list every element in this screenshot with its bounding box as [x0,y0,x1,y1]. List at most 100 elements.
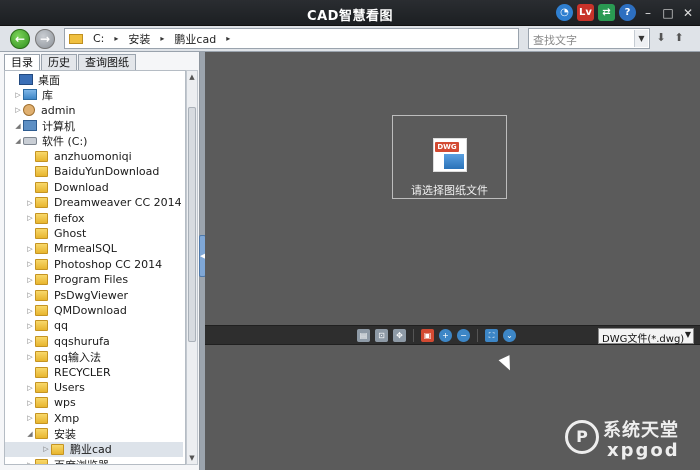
library-icon [23,89,37,101]
tree-item[interactable]: ◢ 计算机 [13,118,75,133]
search-input[interactable]: 查找文字 ▼ [528,28,650,49]
collapse-arrow-icon[interactable]: ◢ [13,137,23,145]
breadcrumb-separator[interactable]: ▸ [108,34,124,43]
breadcrumb-separator[interactable]: ▸ [154,34,170,43]
scroll-up-icon[interactable]: ▲ [187,71,197,83]
zoom-in-icon[interactable]: + [439,329,452,342]
tree-item-label: qq输入法 [54,350,101,364]
folder-icon [35,228,48,239]
expand-arrow-icon[interactable]: ▷ [25,260,35,268]
search-dropdown-icon[interactable]: ▼ [634,30,648,47]
tab-history[interactable]: 历史 [41,54,77,70]
tree-item[interactable]: ▷ Program Files [25,272,128,287]
tree-item[interactable]: ▷ 库 [13,87,53,102]
folder-icon [35,243,48,255]
layers-icon[interactable]: ▤ [357,329,370,342]
folder-icon [35,320,48,332]
tree-item-label: anzhuomoniqi [54,150,132,163]
expand-arrow-icon[interactable]: ▷ [25,337,35,345]
tree-item[interactable]: ▷ Users [25,380,85,395]
tree-item-label: Xmp [54,411,80,425]
close-button[interactable]: ✕ [680,5,696,21]
gauge-icon[interactable]: ◔ [556,4,573,21]
pan-icon[interactable]: ✥ [393,329,406,342]
tree-item[interactable]: ▷ MrmealSQL [25,241,117,256]
tree-item[interactable]: ▷ PsDwgViewer [25,288,128,303]
breadcrumb-separator[interactable]: ▸ [220,34,236,43]
collapse-arrow-icon[interactable]: ◢ [13,122,23,130]
tree-item[interactable]: ▷ Dreamweaver CC 2014 [25,195,181,210]
tree-item[interactable]: RECYCLER [25,365,111,380]
folder-icon [35,289,48,301]
computer-icon [23,120,37,132]
tree-item[interactable]: BaiduYunDownload [25,164,159,179]
tree-item[interactable]: ◢ 软件 (C:) [13,134,87,149]
breadcrumb-segment-pengyecad[interactable]: 鹏业cad [170,31,220,47]
expand-arrow-icon[interactable]: ▷ [25,353,35,361]
expand-arrow-icon[interactable]: ▷ [25,322,35,330]
tree-item[interactable]: ▷ qq输入法 [25,349,101,364]
expand-arrow-icon[interactable]: ▷ [25,291,35,299]
zoom-window-icon[interactable]: ⊡ [375,329,388,342]
tree-item[interactable]: Download [25,180,109,195]
tree-item[interactable]: ▷ Photoshop CC 2014 [25,257,162,272]
tree-item-label: QMDownload [54,304,127,317]
back-button[interactable]: ← [10,29,30,49]
scrollbar-thumb[interactable] [188,107,196,342]
file-type-select[interactable]: DWG文件(*.dwg) ▼ [598,328,694,345]
pdf-icon[interactable]: Lv [577,4,594,21]
expand-arrow-icon[interactable]: ▷ [25,461,35,465]
tab-directory[interactable]: 目录 [4,54,40,70]
minimize-button[interactable]: – [640,5,656,21]
expand-arrow-icon[interactable]: ▷ [25,399,35,407]
open-file-prompt[interactable]: DWG 请选择图纸文件 [392,115,507,199]
forward-button[interactable]: → [35,29,55,49]
expand-arrow-icon[interactable]: ▷ [25,245,35,253]
breadcrumb-segment-install[interactable]: 安装 [124,31,154,47]
share-icon[interactable]: ⇄ [598,4,615,21]
arrow-up-icon[interactable]: ⬆ [672,31,686,45]
tree-item[interactable]: ▷ 鹏业cad [5,441,183,457]
scroll-down-icon[interactable]: ▼ [187,452,197,464]
collapse-arrow-icon[interactable]: ◢ [25,430,35,438]
expand-arrow-icon[interactable]: ▷ [25,214,35,222]
tree-item[interactable]: ▷ wps [25,395,75,410]
folder-icon [35,166,48,178]
tree-item-label: 桌面 [38,73,60,87]
expand-arrow-icon[interactable]: ▷ [25,384,35,392]
breadcrumb-segment-drive[interactable]: C: [89,32,108,45]
tree-item[interactable]: Ghost [25,226,86,241]
zoom-out-icon[interactable]: − [457,329,470,342]
tree-item[interactable]: ▷ 百度浏览器 [25,457,109,465]
fullscreen-icon[interactable]: ⛶ [485,329,498,342]
watermark-en: xpgod [607,440,680,461]
tree-item[interactable]: ▷ qq [25,318,68,333]
expand-arrow-icon[interactable]: ▷ [41,445,51,453]
tree-item[interactable]: 桌面 [9,72,60,87]
tree-item-label: qq [54,319,68,333]
expand-arrow-icon[interactable]: ▷ [25,199,35,207]
help-icon[interactable]: ? [619,4,636,21]
more-icon[interactable]: ⌄ [503,329,516,342]
tree-scrollbar[interactable]: ▲ ▼ [186,70,198,465]
tree-item[interactable]: ▷ Xmp [25,411,79,426]
tree-item-label: Users [54,381,85,394]
file-type-value: DWG文件(*.dwg) [602,334,685,345]
tree-item[interactable]: ▷ qqshurufa [25,334,109,349]
expand-arrow-icon[interactable]: ▷ [25,276,35,284]
tab-search-drawings[interactable]: 查询图纸 [78,54,136,70]
fit-icon[interactable]: ▣ [421,329,434,342]
tree-item[interactable]: ▷ fiefox [25,211,84,226]
maximize-button[interactable]: □ [660,5,676,21]
expand-arrow-icon[interactable]: ▷ [13,106,23,114]
expand-arrow-icon[interactable]: ▷ [25,414,35,422]
folder-icon [35,397,48,409]
tree-item[interactable]: ▷ admin [13,103,75,118]
breadcrumb[interactable]: C: ▸ 安装 ▸ 鹏业cad ▸ [64,28,519,49]
arrow-down-icon[interactable]: ⬇ [654,31,668,45]
expand-arrow-icon[interactable]: ▷ [13,91,23,99]
tree-item[interactable]: ▷ QMDownload [25,303,127,318]
tree-item[interactable]: ◢ 安装 [25,426,76,441]
expand-arrow-icon[interactable]: ▷ [25,307,35,315]
tree-item[interactable]: anzhuomoniqi [25,149,132,164]
